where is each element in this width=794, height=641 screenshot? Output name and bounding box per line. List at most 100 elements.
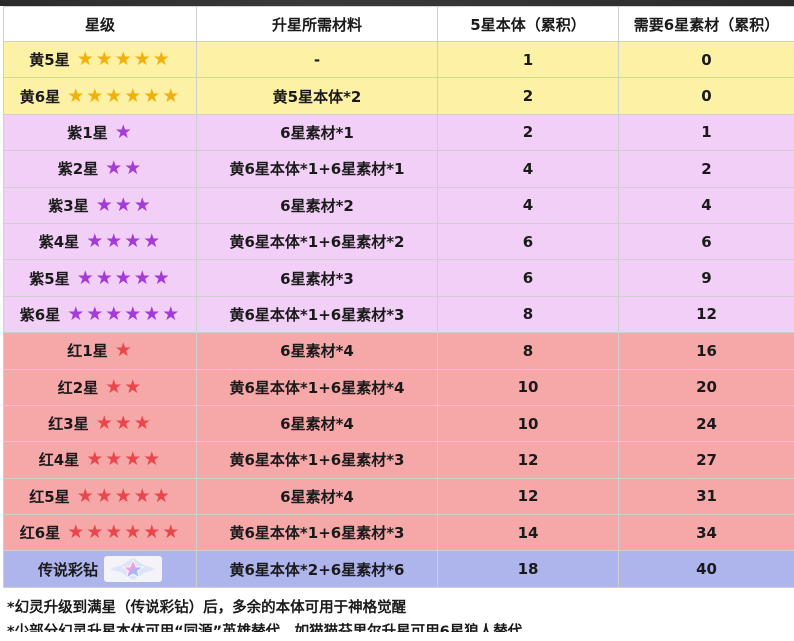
base-cumulative-cell: 6 — [437, 259, 619, 297]
base-cumulative-cell: 12 — [437, 477, 619, 516]
upgrade-material-cell: 黄6星本体*1+6星素材*4 — [196, 368, 438, 406]
star-level-label: 红2星 — [57, 378, 99, 397]
table-row: 黄5星 ★ ★ ★ ★ ★ -1 0 — [3, 40, 794, 79]
base-cumulative-cell: 4 — [437, 186, 619, 224]
table-row: 红6星 ★ ★ ★ ★ ★ ★ 黄6星本体*1+6星素材*3 14 34 — [3, 514, 794, 552]
table-header-row: 星级 升星所需材料 5星本体（累积） 需要6星素材（累积） — [3, 6, 794, 42]
star-icon: ★ — [114, 193, 132, 216]
star-level-cell: 红2星 ★ ★ — [3, 368, 197, 406]
rainbow-diamond-star-icon — [104, 556, 162, 583]
star-level-label: 紫1星 — [67, 123, 108, 142]
star-icon: ★ — [95, 266, 113, 289]
star-rating: ★ ★ ★ ★ ★ ★ — [66, 84, 180, 107]
base-cumulative-cell: 10 — [437, 404, 619, 443]
table-row: 紫5星 ★ ★ ★ ★ ★ 6星素材*3 6 9 — [3, 259, 794, 297]
six-star-cumulative-cell: 20 — [618, 368, 794, 406]
six-star-cumulative-cell: 40 — [618, 550, 794, 588]
six-star-cumulative-cell: 34 — [618, 514, 794, 552]
star-icon: ★ — [114, 412, 132, 435]
star-icon: ★ — [133, 484, 151, 507]
star-icon: ★ — [105, 375, 123, 398]
star-level-label: 红1星 — [67, 342, 108, 361]
six-star-cumulative-cell: 24 — [618, 404, 794, 443]
upgrade-material-cell: 黄6星本体*1+6星素材*3 — [196, 295, 438, 334]
star-icon: ★ — [143, 521, 161, 544]
star-icon: ★ — [86, 448, 104, 471]
star-level-label: 红3星 — [48, 415, 89, 434]
star-level-label: 紫2星 — [57, 160, 99, 179]
base-cumulative-cell: 14 — [437, 514, 619, 552]
star-icon: ★ — [67, 521, 85, 544]
table-row: 传说彩钻 黄6星本体*2+6星素材*6 18 40 — [3, 550, 794, 588]
star-icon: ★ — [76, 48, 94, 71]
six-star-cumulative-cell: 6 — [618, 222, 794, 261]
upgrade-material-cell: 黄5星本体*2 — [196, 77, 438, 115]
star-icon: ★ — [76, 266, 94, 289]
star-level-label: 黄5星 — [29, 51, 70, 70]
star-icon: ★ — [162, 521, 180, 544]
base-cumulative-cell: 4 — [437, 150, 619, 188]
star-icon: ★ — [152, 266, 170, 289]
table-row: 红1星 ★ 6星素材*4 8 16 — [3, 332, 794, 370]
star-level-cell: 紫6星 ★ ★ ★ ★ ★ ★ — [3, 295, 197, 334]
star-icon: ★ — [133, 193, 151, 216]
star-rating: ★ ★ ★ — [95, 193, 152, 216]
star-icon: ★ — [67, 302, 85, 325]
upgrade-material-cell: 6星素材*4 — [196, 404, 438, 443]
six-star-cumulative-cell: 16 — [618, 332, 794, 370]
six-star-cumulative-cell: 31 — [618, 477, 794, 516]
footnote-substitute: *少部分幻灵升星本体可用“同源”英雄替代，如猫猫芬里尔升星可用6星狼人替代 — [7, 624, 523, 632]
star-icon: ★ — [133, 48, 151, 71]
star-icon: ★ — [152, 48, 170, 71]
header-six-star-cumulative: 需要6星素材（累积） — [618, 6, 794, 42]
upgrade-material-cell: - — [196, 40, 438, 79]
star-level-label: 紫5星 — [29, 269, 70, 288]
star-icon: ★ — [124, 375, 142, 398]
star-icon: ★ — [124, 521, 142, 544]
star-icon: ★ — [86, 302, 104, 325]
star-level-label: 黄6星 — [19, 87, 61, 106]
star-icon: ★ — [105, 521, 123, 544]
star-icon: ★ — [105, 302, 123, 325]
star-icon: ★ — [124, 230, 142, 253]
star-rating: ★ ★ ★ ★ ★ — [76, 50, 171, 69]
base-cumulative-cell: 8 — [437, 332, 619, 370]
star-rating: ★ ★ ★ ★ ★ ★ — [66, 302, 180, 325]
star-icon: ★ — [95, 412, 113, 435]
star-level-label: 紫3星 — [48, 196, 89, 215]
star-icon: ★ — [133, 266, 151, 289]
star-icon: ★ — [124, 84, 142, 107]
base-cumulative-cell: 2 — [437, 77, 619, 115]
star-icon: ★ — [143, 84, 161, 107]
star-icon: ★ — [95, 48, 113, 71]
base-cumulative-cell: 8 — [437, 295, 619, 334]
star-level-label: 红5星 — [29, 487, 70, 506]
base-cumulative-cell: 12 — [437, 441, 619, 479]
six-star-cumulative-cell: 2 — [618, 150, 794, 188]
upgrade-material-cell: 6星素材*4 — [196, 477, 438, 516]
star-upgrade-table: 星级 升星所需材料 5星本体（累积） 需要6星素材（累积） 黄5星 ★ ★ ★ ★ ★ -1… — [3, 6, 794, 588]
star-level-cell: 红6星 ★ ★ ★ ★ ★ ★ — [3, 514, 197, 552]
table-row: 黄6星 ★ ★ ★ ★ ★ ★ 黄5星本体*2 2 0 — [3, 77, 794, 115]
star-rating: ★ ★ — [104, 375, 142, 398]
footnote-awakening: *幻灵升级到满星（传说彩钻）后，多余的本体可用于神格觉醒 — [7, 600, 407, 616]
star-rating: ★ — [114, 341, 133, 360]
star-level-cell: 紫2星 ★ ★ — [3, 150, 197, 188]
star-rating: ★ ★ ★ ★ — [85, 232, 161, 251]
star-icon: ★ — [133, 412, 151, 435]
six-star-cumulative-cell: 12 — [618, 295, 794, 334]
base-cumulative-cell: 10 — [437, 368, 619, 406]
upgrade-material-cell: 6星素材*3 — [196, 259, 438, 297]
star-icon: ★ — [114, 266, 132, 289]
upgrade-material-cell: 6星素材*1 — [196, 113, 438, 152]
star-level-cell: 紫5星 ★ ★ ★ ★ ★ — [3, 259, 197, 297]
star-rating: ★ ★ ★ ★ ★ — [76, 484, 171, 507]
star-level-cell: 红1星 ★ — [3, 332, 197, 370]
upgrade-material-cell: 黄6星本体*1+6星素材*3 — [196, 514, 438, 552]
table-row: 红4星 ★ ★ ★ ★ 黄6星本体*1+6星素材*3 12 27 — [3, 441, 794, 479]
upgrade-material-cell: 黄6星本体*1+6星素材*1 — [196, 150, 438, 188]
star-icon: ★ — [114, 339, 132, 362]
six-star-cumulative-cell: 0 — [618, 40, 794, 79]
star-icon: ★ — [124, 302, 142, 325]
header-upgrade-materials: 升星所需材料 — [196, 6, 438, 42]
